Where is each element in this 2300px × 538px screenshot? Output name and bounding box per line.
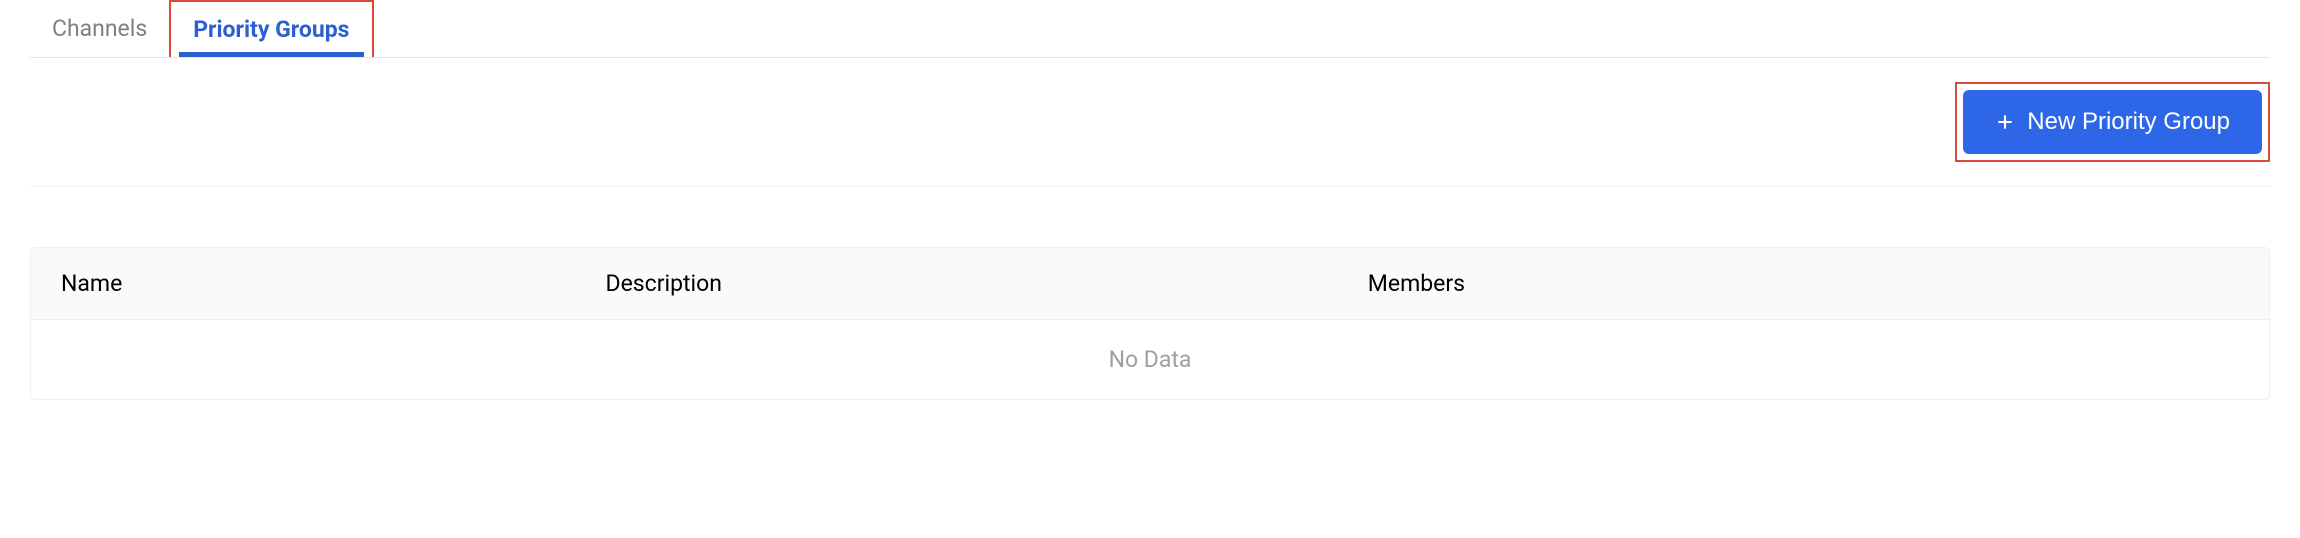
tab-channels[interactable]: Channels xyxy=(30,1,169,56)
tab-priority-groups[interactable]: Priority Groups xyxy=(169,0,373,57)
toolbar: New Priority Group xyxy=(30,58,2270,187)
column-header-name: Name xyxy=(61,270,606,297)
new-priority-group-highlight: New Priority Group xyxy=(1955,82,2270,162)
priority-groups-table: Name Description Members No Data xyxy=(30,247,2270,400)
new-priority-group-button[interactable]: New Priority Group xyxy=(1963,90,2262,154)
tab-priority-groups-label: Priority Groups xyxy=(193,16,349,43)
table-empty-text: No Data xyxy=(31,346,2269,373)
tab-channels-label: Channels xyxy=(52,15,147,42)
table-header: Name Description Members xyxy=(31,248,2269,320)
tabs-bar: Channels Priority Groups xyxy=(30,0,2270,58)
column-header-description: Description xyxy=(606,270,1368,297)
plus-icon xyxy=(1995,112,2015,132)
table-body: No Data xyxy=(31,320,2269,399)
column-header-members: Members xyxy=(1368,270,2239,297)
new-priority-group-label: New Priority Group xyxy=(2027,108,2230,136)
